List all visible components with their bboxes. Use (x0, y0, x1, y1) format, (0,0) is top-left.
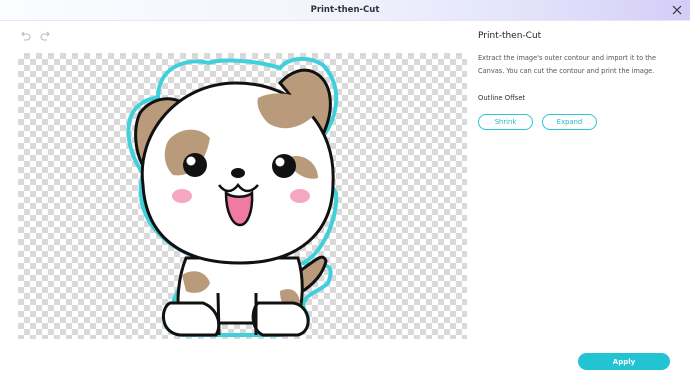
panel-description: Extract the image's outer contour and im… (478, 54, 657, 75)
expand-button[interactable]: Expand (542, 114, 597, 130)
close-icon[interactable] (670, 3, 684, 17)
outline-offset-label: Outline Offset (478, 94, 526, 102)
undo-icon[interactable] (20, 30, 32, 42)
panel-title: Print-then-Cut (478, 31, 542, 41)
shrink-button[interactable]: Shrink (478, 114, 533, 130)
window-title: Print-then-Cut (310, 5, 380, 15)
image-canvas[interactable] (18, 53, 467, 339)
title-bar: Print-then-Cut (0, 0, 690, 21)
apply-button[interactable]: Apply (578, 353, 670, 370)
redo-icon[interactable] (39, 30, 51, 42)
puppy-image (126, 56, 339, 338)
